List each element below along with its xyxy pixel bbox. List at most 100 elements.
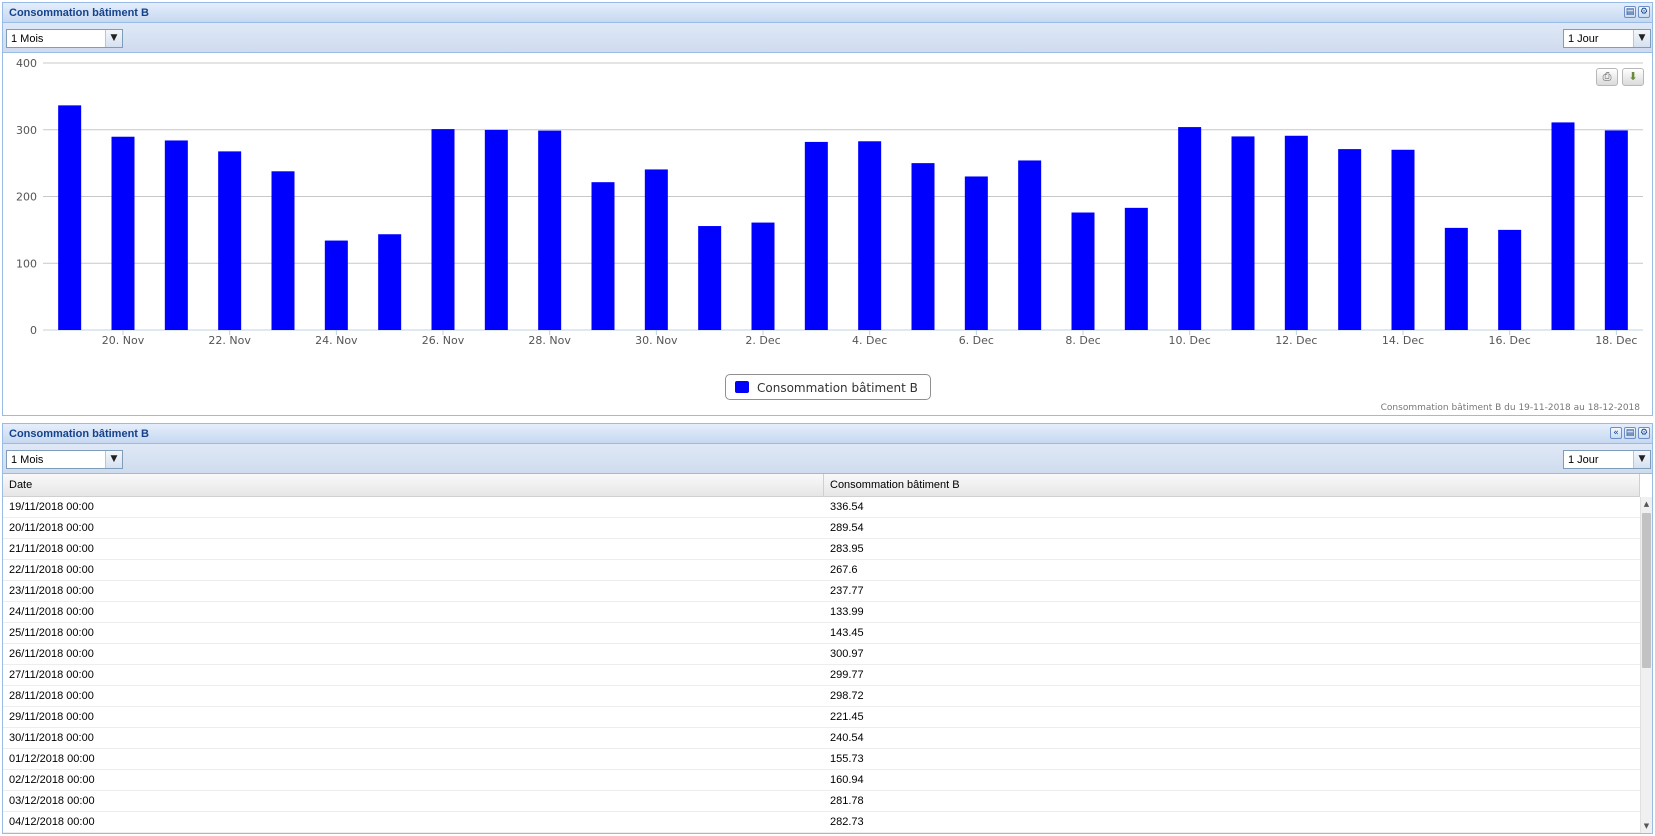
bar[interactable] (378, 234, 402, 330)
table-row[interactable]: 01/12/2018 00:00 155.73 (3, 749, 1640, 770)
x-tick-label: 24. Nov (315, 334, 358, 347)
date-cell: 25/11/2018 00:00 (9, 627, 94, 639)
bar[interactable] (964, 176, 988, 330)
x-tick-label: 6. Dec (959, 334, 994, 347)
y-tick-label: 200 (16, 191, 37, 204)
x-tick-label: 12. Dec (1275, 334, 1317, 347)
table-row[interactable]: 27/11/2018 00:00 299.77 (3, 665, 1640, 686)
bar[interactable] (591, 182, 615, 330)
bar[interactable] (751, 222, 775, 330)
table-panel-header: Consommation bâtiment B « ▤ ⚙ (3, 424, 1652, 444)
gear-icon[interactable]: ⚙ (1638, 427, 1650, 439)
chevron-down-icon[interactable]: ▼ (1633, 30, 1650, 47)
table-row[interactable]: 29/11/2018 00:00 221.45 (3, 707, 1640, 728)
bar[interactable] (1231, 136, 1255, 330)
x-tick-label: 20. Nov (102, 334, 145, 347)
table-row[interactable]: 21/11/2018 00:00 283.95 (3, 539, 1640, 560)
date-cell: 28/11/2018 00:00 (9, 690, 94, 702)
bar[interactable] (1284, 135, 1308, 330)
consumption-cell: 155.73 (830, 753, 864, 765)
consumption-cell: 299.77 (830, 669, 864, 681)
table-row[interactable]: 28/11/2018 00:00 298.72 (3, 686, 1640, 707)
x-tick-label: 16. Dec (1489, 334, 1531, 347)
bar[interactable] (484, 129, 508, 330)
table-row[interactable]: 20/11/2018 00:00 289.54 (3, 518, 1640, 539)
table-period-value: 1 Mois (11, 454, 44, 466)
y-tick-label: 400 (16, 57, 37, 70)
chart-toolbar: 1 Mois ▼ 1 Jour ▼ (3, 23, 1652, 53)
chart-interval-select[interactable]: 1 Jour ▼ (1563, 29, 1651, 48)
column-header-consumption[interactable]: Consommation bâtiment B (824, 474, 1640, 496)
date-cell: 27/11/2018 00:00 (9, 669, 94, 681)
bar[interactable] (111, 136, 135, 330)
date-cell: 22/11/2018 00:00 (9, 564, 94, 576)
chart-period-select[interactable]: 1 Mois ▼ (6, 29, 123, 48)
download-icon[interactable]: ⬇ (1622, 68, 1644, 86)
bar[interactable] (1551, 122, 1575, 330)
scroll-up-icon[interactable]: ▲ (1641, 497, 1652, 511)
grid-body: 19/11/2018 00:00 336.54 20/11/2018 00:00 28… (3, 497, 1640, 833)
bar[interactable] (324, 240, 348, 330)
bar[interactable] (1071, 212, 1095, 330)
print-icon[interactable]: ⎙ (1596, 68, 1618, 86)
bar[interactable] (911, 163, 935, 330)
chart-panel: Consommation bâtiment B ▤ ⚙ 1 Mois ▼ 1 J… (2, 2, 1653, 416)
chevron-down-icon[interactable]: ▼ (105, 30, 122, 47)
bar[interactable] (1444, 227, 1468, 330)
table-period-select[interactable]: 1 Mois ▼ (6, 450, 123, 469)
table-row[interactable]: 24/11/2018 00:00 133.99 (3, 602, 1640, 623)
scroll-down-icon[interactable]: ▼ (1641, 819, 1652, 833)
table-row[interactable]: 26/11/2018 00:00 300.97 (3, 644, 1640, 665)
bar[interactable] (1391, 149, 1415, 330)
date-cell: 21/11/2018 00:00 (9, 543, 94, 555)
table-row[interactable]: 03/12/2018 00:00 281.78 (3, 791, 1640, 812)
bar[interactable] (1124, 207, 1148, 330)
table-interval-select[interactable]: 1 Jour ▼ (1563, 450, 1651, 469)
chart-credits: Consommation bâtiment B du 19-11-2018 au… (1380, 403, 1640, 413)
column-header-date[interactable]: Date (3, 474, 824, 496)
bar[interactable] (804, 141, 828, 330)
bar[interactable] (271, 171, 295, 330)
date-cell: 29/11/2018 00:00 (9, 711, 94, 723)
bar[interactable] (218, 151, 242, 330)
date-cell: 02/12/2018 00:00 (9, 774, 95, 786)
table-interval-value: 1 Jour (1568, 454, 1599, 466)
bar[interactable] (1498, 229, 1522, 330)
bar[interactable] (1178, 127, 1202, 330)
consumption-cell: 160.94 (830, 774, 864, 786)
table-row[interactable]: 25/11/2018 00:00 143.45 (3, 623, 1640, 644)
consumption-cell: 283.95 (830, 543, 864, 555)
collapse-icon[interactable]: ▤ (1624, 6, 1636, 18)
chevron-down-icon[interactable]: ▼ (1633, 451, 1650, 468)
x-tick-label: 2. Dec (745, 334, 780, 347)
bar[interactable] (538, 130, 562, 330)
bar[interactable] (858, 141, 882, 330)
chart-legend[interactable]: Consommation bâtiment B (725, 374, 931, 400)
x-tick-label: 26. Nov (422, 334, 465, 347)
bar[interactable] (164, 140, 188, 330)
bar[interactable] (431, 129, 455, 330)
double-chevron-left-icon[interactable]: « (1610, 427, 1622, 439)
scroll-thumb[interactable] (1642, 513, 1651, 668)
table-row[interactable]: 04/12/2018 00:00 282.73 (3, 812, 1640, 833)
bar[interactable] (58, 105, 82, 330)
table-row[interactable]: 30/11/2018 00:00 240.54 (3, 728, 1640, 749)
chart-period-value: 1 Mois (11, 33, 44, 45)
table-row[interactable]: 02/12/2018 00:00 160.94 (3, 770, 1640, 791)
bar[interactable] (1018, 160, 1042, 330)
bar[interactable] (644, 169, 668, 330)
grid-header: Date Consommation bâtiment B (3, 474, 1640, 497)
vertical-scrollbar[interactable]: ▲ ▼ (1640, 497, 1652, 833)
bar[interactable] (1338, 149, 1362, 330)
collapse-icon[interactable]: ▤ (1624, 427, 1636, 439)
table-row[interactable]: 19/11/2018 00:00 336.54 (3, 497, 1640, 518)
bar[interactable] (1604, 130, 1628, 330)
x-tick-label: 10. Dec (1169, 334, 1211, 347)
chevron-down-icon[interactable]: ▼ (105, 451, 122, 468)
chart-interval-value: 1 Jour (1568, 33, 1599, 45)
table-row[interactable]: 22/11/2018 00:00 267.6 (3, 560, 1640, 581)
bar[interactable] (698, 226, 722, 330)
gear-icon[interactable]: ⚙ (1638, 6, 1650, 18)
table-row[interactable]: 23/11/2018 00:00 237.77 (3, 581, 1640, 602)
date-cell: 04/12/2018 00:00 (9, 816, 95, 828)
